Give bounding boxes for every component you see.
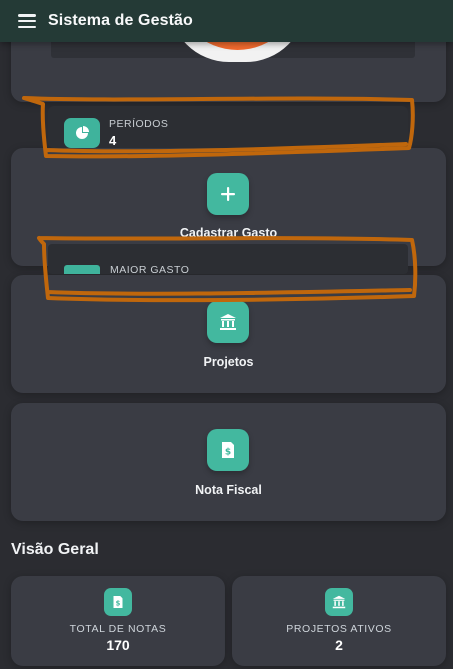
nota-fiscal-card[interactable]: $ Nota Fiscal [11,403,446,521]
summary-label: PROJETOS ATIVOS [286,623,392,635]
stat-label: PERÍODOS [109,118,169,130]
stat-periodos: PERÍODOS 4 [48,106,408,148]
menu-icon[interactable] [18,14,36,28]
top-app-bar: Sistema de Gestão [0,0,453,42]
svg-text:$: $ [116,599,121,607]
summary-label: TOTAL DE NOTAS [69,623,167,635]
summary-value: 170 [106,637,130,653]
pie-chart-icon [64,118,100,148]
stat-value: 4 [109,133,117,148]
section-title: Visão Geral [11,541,99,558]
bank-icon [325,588,353,616]
summary-value: 2 [335,637,343,653]
svg-text:$: $ [225,448,231,458]
nota-fiscal-label: Nota Fiscal [195,483,262,497]
projetos-card[interactable]: Projetos [11,275,446,393]
total-notas-card[interactable]: $ TOTAL DE NOTAS 170 [11,576,225,666]
plus-icon[interactable] [207,173,249,215]
page: Sistema de Gestão PERÍODOS 4 Cadastrar G… [0,0,453,669]
app-title: Sistema de Gestão [48,12,193,29]
projetos-label: Projetos [203,355,254,369]
invoice-icon[interactable]: $ [207,429,249,471]
stat-label: MAIOR GASTO [110,264,190,274]
projetos-ativos-card[interactable]: PROJETOS ATIVOS 2 [232,576,446,666]
bank-icon[interactable] [207,301,249,343]
cadastrar-gasto-label: Cadastrar Gasto [179,226,278,240]
stat-icon [64,265,100,274]
stat-maior-gasto: MAIOR GASTO [48,244,408,274]
invoice-icon: $ [104,588,132,616]
